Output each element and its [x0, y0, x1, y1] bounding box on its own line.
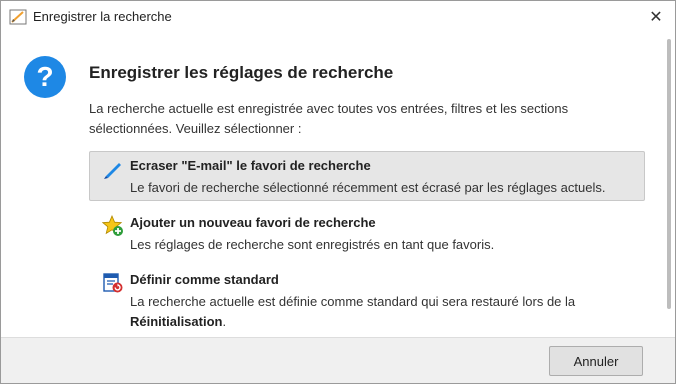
vertical-scrollbar[interactable]: [667, 39, 671, 309]
option-subtitle-end: .: [222, 314, 227, 329]
document-reset-icon: [103, 273, 123, 293]
dialog-description: La recherche actuelle est enregistrée av…: [89, 101, 569, 136]
pencil-icon: [104, 163, 121, 179]
option-title: Ecraser "E-mail" le favori de recherche: [130, 158, 371, 173]
question-icon: ?: [24, 56, 66, 98]
option-overwrite-favorite[interactable]: Ecraser "E-mail" le favori de recherche …: [89, 151, 645, 201]
close-icon: ✕: [649, 9, 663, 26]
title-bar: Enregistrer la recherche ✕: [1, 1, 675, 33]
dialog-content: ? Enregistrer les réglages de recherche …: [1, 33, 665, 338]
option-subtitle: Les réglages de recherche sont enregistr…: [130, 237, 495, 252]
dialog-window: Enregistrer la recherche ✕ ? Enregistrer…: [0, 0, 676, 384]
option-add-favorite[interactable]: Ajouter un nouveau favori de recherche L…: [89, 208, 645, 258]
close-button[interactable]: ✕: [643, 5, 669, 29]
dialog-footer: Annuler: [1, 337, 675, 383]
star-add-icon: [102, 215, 123, 236]
dialog-heading: Enregistrer les réglages de recherche: [89, 63, 394, 82]
option-title: Ajouter un nouveau favori de recherche: [130, 215, 376, 230]
option-subtitle-emphasis: Réinitialisation: [130, 314, 223, 329]
app-document-icon: [9, 9, 27, 25]
option-subtitle: Le favori de recherche sélectionné récem…: [130, 180, 606, 195]
svg-text:?: ?: [36, 61, 53, 92]
cancel-button[interactable]: Annuler: [549, 346, 643, 376]
option-subtitle: La recherche actuelle est définie comme …: [130, 292, 640, 332]
window-title: Enregistrer la recherche: [33, 9, 172, 24]
option-title: Définir comme standard: [130, 272, 279, 287]
option-set-default[interactable]: Définir comme standard La recherche actu…: [89, 265, 645, 333]
option-subtitle-main: La recherche actuelle est définie comme …: [130, 294, 576, 309]
